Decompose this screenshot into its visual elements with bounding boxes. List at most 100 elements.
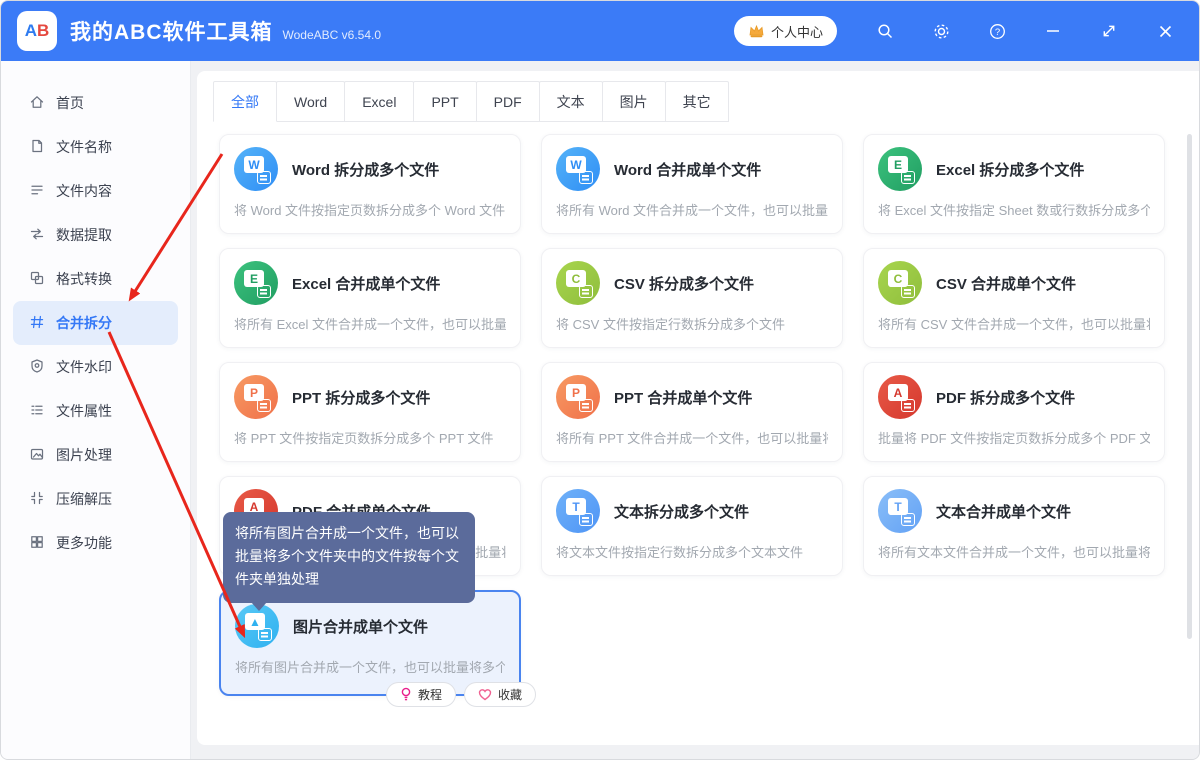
mini-doc-icon bbox=[579, 285, 593, 298]
card-description: 将所有 PPT 文件合并成一个文件，也可以批量将多个文件夹中的文件按每个文件夹单… bbox=[556, 428, 828, 447]
titlebar-buttons: ? bbox=[857, 1, 1193, 61]
tab-excel[interactable]: Excel bbox=[344, 81, 414, 122]
user-center-label: 个人中心 bbox=[771, 22, 823, 41]
compress-arrows-icon bbox=[29, 490, 45, 506]
hash-icon bbox=[29, 314, 45, 330]
tool-card-ppt-split[interactable]: P PPT 拆分成多个文件 将 PPT 文件按指定页数拆分成多个 PPT 文件 bbox=[219, 362, 521, 462]
sidebar-item-data-extract[interactable]: 数据提取 bbox=[13, 213, 178, 257]
sidebar-item-label: 格式转换 bbox=[56, 269, 112, 289]
sidebar-item-compress[interactable]: 压缩解压 bbox=[13, 477, 178, 521]
tab-word[interactable]: Word bbox=[276, 81, 345, 122]
minimize-button[interactable] bbox=[1025, 1, 1081, 61]
sidebar-item-home[interactable]: 首页 bbox=[13, 81, 178, 125]
card-description: 将所有 Word 文件合并成一个文件，也可以批量将多个文件夹中的文件按每个文件夹… bbox=[556, 200, 828, 219]
tool-card-word-merge[interactable]: W Word 合并成单个文件 将所有 Word 文件合并成一个文件，也可以批量将… bbox=[541, 134, 843, 234]
attribute-list-icon bbox=[29, 402, 45, 418]
pdf-split-icon: A bbox=[878, 375, 922, 419]
tool-card-text-split[interactable]: T 文本拆分成多个文件 将文本文件按指定行数拆分成多个文本文件 bbox=[541, 476, 843, 576]
card-title: 图片合并成单个文件 bbox=[293, 616, 428, 637]
sidebar-item-label: 文件水印 bbox=[56, 357, 112, 377]
tool-card-grid: W Word 拆分成多个文件 将 Word 文件按指定页数拆分成多个 Word … bbox=[219, 134, 1165, 690]
ppt-merge-icon: P bbox=[556, 375, 600, 419]
category-tabs: 全部WordExcelPPTPDF文本图片其它 bbox=[214, 81, 729, 122]
svg-text:?: ? bbox=[994, 27, 999, 38]
sidebar-item-label: 数据提取 bbox=[56, 225, 112, 245]
mini-doc-icon bbox=[257, 285, 271, 298]
user-center-button[interactable]: 个人中心 bbox=[734, 16, 837, 46]
sidebar-item-label: 图片处理 bbox=[56, 445, 112, 465]
close-button[interactable] bbox=[1137, 1, 1193, 61]
tab-image[interactable]: 图片 bbox=[602, 81, 666, 122]
sidebar-item-file-name[interactable]: 文件名称 bbox=[13, 125, 178, 169]
mini-doc-icon bbox=[257, 171, 271, 184]
card-title: PPT 合并成单个文件 bbox=[614, 387, 752, 408]
tool-card-ppt-merge[interactable]: P PPT 合并成单个文件 将所有 PPT 文件合并成一个文件，也可以批量将多个… bbox=[541, 362, 843, 462]
sidebar-item-label: 文件属性 bbox=[56, 401, 112, 421]
settings-button[interactable] bbox=[913, 1, 969, 61]
sidebar-item-more[interactable]: 更多功能 bbox=[13, 521, 178, 565]
vertical-scrollbar[interactable] bbox=[1187, 134, 1192, 639]
sidebar-item-image-process[interactable]: 图片处理 bbox=[13, 433, 178, 477]
sidebar-item-file-content[interactable]: 文件内容 bbox=[13, 169, 178, 213]
tool-card-excel-merge[interactable]: E Excel 合并成单个文件 将所有 Excel 文件合并成一个文件，也可以批… bbox=[219, 248, 521, 348]
tutorial-button[interactable]: 教程 bbox=[386, 682, 456, 707]
sidebar-item-format-convert[interactable]: 格式转换 bbox=[13, 257, 178, 301]
csv-merge-icon: C bbox=[878, 261, 922, 305]
favorite-button[interactable]: 收藏 bbox=[464, 682, 536, 707]
card-description: 将 PPT 文件按指定页数拆分成多个 PPT 文件 bbox=[234, 428, 506, 447]
tooltip: 将所有图片合并成一个文件，也可以批量将多个文件夹中的文件按每个文件夹单独处理 bbox=[223, 512, 475, 603]
tab-other[interactable]: 其它 bbox=[665, 81, 729, 122]
card-title: Word 合并成单个文件 bbox=[614, 159, 761, 180]
maximize-button[interactable] bbox=[1081, 1, 1137, 61]
app-title: 我的ABC软件工具箱 bbox=[70, 16, 273, 46]
favorite-label: 收藏 bbox=[498, 686, 522, 703]
sidebar-item-label: 压缩解压 bbox=[56, 489, 112, 509]
help-button[interactable]: ? bbox=[969, 1, 1025, 61]
shield-icon bbox=[29, 358, 45, 374]
card-description: 将所有图片合并成一个文件，也可以批量将多个文件夹中的文件按每个文件夹单独处理 bbox=[235, 657, 505, 676]
tool-card-csv-merge[interactable]: C CSV 合并成单个文件 将所有 CSV 文件合并成一个文件，也可以批量将多个… bbox=[863, 248, 1165, 348]
mini-doc-icon bbox=[579, 171, 593, 184]
tool-card-csv-split[interactable]: C CSV 拆分成多个文件 将 CSV 文件按指定行数拆分成多个文件 bbox=[541, 248, 843, 348]
card-description: 将文本文件按指定行数拆分成多个文本文件 bbox=[556, 542, 828, 561]
tool-card-word-split[interactable]: W Word 拆分成多个文件 将 Word 文件按指定页数拆分成多个 Word … bbox=[219, 134, 521, 234]
gear-icon bbox=[932, 22, 951, 41]
excel-merge-icon: E bbox=[234, 261, 278, 305]
sidebar-item-file-attributes[interactable]: 文件属性 bbox=[13, 389, 178, 433]
mini-doc-icon bbox=[901, 399, 915, 412]
home-icon bbox=[29, 94, 45, 110]
lightbulb-icon bbox=[400, 687, 412, 702]
csv-split-icon: C bbox=[556, 261, 600, 305]
sidebar-item-merge-split[interactable]: 合并拆分 bbox=[13, 301, 178, 345]
list-lines-icon bbox=[29, 182, 45, 198]
mini-doc-icon bbox=[901, 285, 915, 298]
text-split-icon: T bbox=[556, 489, 600, 533]
card-description: 将 Word 文件按指定页数拆分成多个 Word 文件 bbox=[234, 200, 506, 219]
file-icon bbox=[29, 138, 45, 154]
tab-text[interactable]: 文本 bbox=[539, 81, 603, 122]
tool-card-text-merge[interactable]: T 文本合并成单个文件 将所有文本文件合并成一个文件，也可以批量将多个文件夹中的… bbox=[863, 476, 1165, 576]
mini-doc-icon bbox=[258, 628, 272, 641]
heart-icon bbox=[478, 688, 492, 701]
crown-icon bbox=[748, 24, 765, 38]
search-button[interactable] bbox=[857, 1, 913, 61]
sidebar-item-label: 首页 bbox=[56, 93, 84, 113]
card-title: PDF 拆分成多个文件 bbox=[936, 387, 1075, 408]
sidebar-item-label: 合并拆分 bbox=[56, 313, 112, 333]
tab-pdf[interactable]: PDF bbox=[476, 81, 540, 122]
tool-card-pdf-split[interactable]: A PDF 拆分成多个文件 批量将 PDF 文件按指定页数拆分成多个 PDF 文… bbox=[863, 362, 1165, 462]
text-merge-icon: T bbox=[878, 489, 922, 533]
sidebar-item-watermark[interactable]: 文件水印 bbox=[13, 345, 178, 389]
title-bar: AB 我的ABC软件工具箱 WodeABC v6.54.0 个人中心 bbox=[1, 1, 1199, 61]
card-title: Excel 合并成单个文件 bbox=[292, 273, 440, 294]
tab-ppt[interactable]: PPT bbox=[413, 81, 476, 122]
card-title: CSV 合并成单个文件 bbox=[936, 273, 1076, 294]
mini-doc-icon bbox=[901, 513, 915, 526]
sidebar: 首页 文件名称 文件内容 数据提取 格式转换 合并拆分 文件水印 文件属性 图片… bbox=[1, 61, 191, 759]
card-title: 文本合并成单个文件 bbox=[936, 501, 1071, 522]
tool-card-excel-split[interactable]: E Excel 拆分成多个文件 将 Excel 文件按指定 Sheet 数或行数… bbox=[863, 134, 1165, 234]
ppt-split-icon: P bbox=[234, 375, 278, 419]
tab-all[interactable]: 全部 bbox=[213, 81, 277, 122]
app-version: WodeABC v6.54.0 bbox=[283, 28, 382, 42]
overlap-squares-icon bbox=[29, 270, 45, 286]
